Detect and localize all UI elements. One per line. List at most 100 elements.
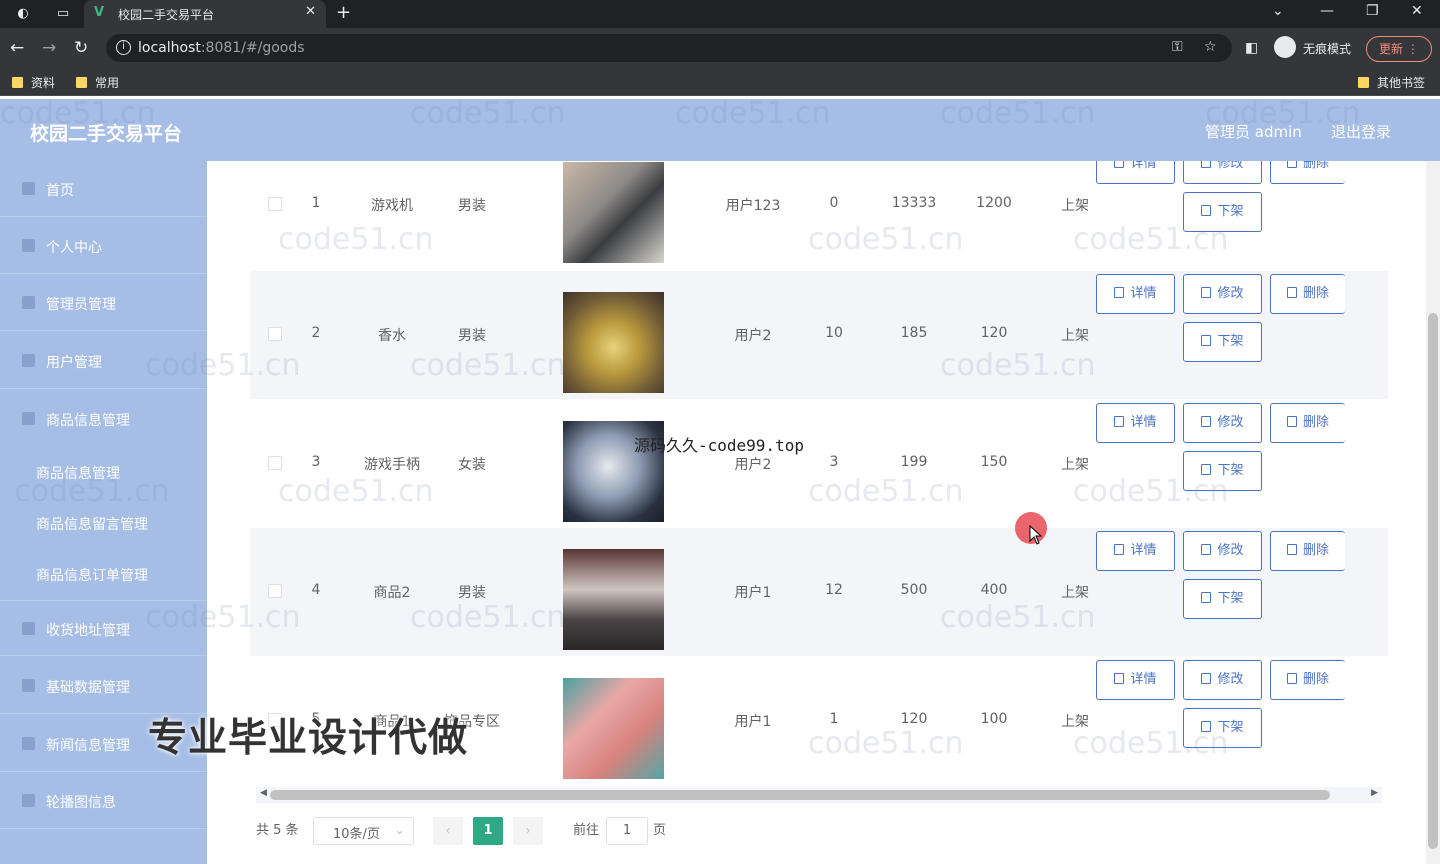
sidebar-item-home[interactable]: 首页 — [0, 161, 207, 217]
scroll-right-icon[interactable]: ▶ — [1371, 788, 1378, 798]
sidebar-item-basedata[interactable]: 基础数据管理 — [0, 658, 207, 714]
sidebar-subitem-goods-orders[interactable]: 商品信息订单管理 — [36, 565, 148, 585]
page-size-select[interactable]: 10条/页 ⌄ — [313, 817, 414, 845]
goods-photo — [563, 162, 664, 263]
row-checkbox[interactable] — [268, 584, 282, 598]
cell-price1: 199 — [900, 454, 928, 470]
watermark: code51.cn — [0, 96, 156, 131]
other-bookmarks[interactable]: 其他书签 — [1358, 74, 1425, 91]
sidebar-item-admin[interactable]: 管理员管理 — [0, 275, 207, 331]
cell-type: 男装 — [458, 328, 486, 344]
delete-button-label: 删除 — [1302, 672, 1329, 687]
browser-tab[interactable]: V 校园二手交易平台 ✕ — [84, 0, 326, 28]
next-page-button[interactable]: › — [513, 817, 543, 845]
detail-button[interactable]: 详情 — [1096, 161, 1175, 184]
bookmark-star-icon[interactable]: ☆ — [1204, 39, 1217, 55]
watermark: code51.cn — [940, 348, 1096, 383]
edit-button[interactable]: 修改 — [1183, 161, 1262, 184]
watermark: code51.cn — [278, 222, 434, 257]
edit-button-label: 修改 — [1217, 672, 1244, 687]
menu-icon — [22, 622, 35, 635]
goto-prefix: 前往 — [573, 823, 600, 838]
cell-status: 上架 — [1061, 585, 1089, 601]
cell-index: 4 — [311, 582, 321, 598]
row-checkbox[interactable] — [268, 456, 282, 470]
cell-num: 1 — [829, 711, 839, 727]
detail-button[interactable]: 详情 — [1096, 660, 1175, 700]
cell-name: 商品2 — [373, 585, 411, 601]
tab-list-icon[interactable]: ⌄ — [1272, 3, 1284, 19]
horizontal-scrollbar[interactable]: ◀ ▶ — [256, 787, 1382, 803]
watermark: code51.cn — [410, 348, 566, 383]
horizontal-scroll-thumb[interactable] — [270, 790, 1330, 800]
cell-status: 上架 — [1061, 457, 1089, 473]
trash-icon — [1286, 161, 1297, 168]
detail-button[interactable]: 详情 — [1096, 403, 1175, 443]
prev-page-button[interactable]: ‹ — [433, 817, 463, 845]
bookmark-folder[interactable]: 常用 — [76, 74, 119, 91]
trash-icon — [1286, 416, 1297, 427]
reload-icon[interactable]: ↻ — [74, 38, 88, 58]
delete-button[interactable]: 删除 — [1270, 531, 1345, 571]
edit-button-label: 修改 — [1217, 161, 1244, 171]
detail-button-label: 详情 — [1130, 543, 1157, 558]
watermark: code51.cn — [808, 222, 964, 257]
bookmark-folder[interactable]: 资料 — [12, 74, 55, 91]
goto-page-input[interactable]: 1 — [606, 817, 648, 845]
incognito-icon — [1274, 36, 1296, 58]
sidepanel-icon[interactable]: ◧ — [1245, 40, 1258, 56]
document-icon — [1201, 335, 1212, 346]
row-checkbox[interactable] — [268, 197, 282, 211]
bookmarks-bar: 资料 常用 其他书签 — [0, 68, 1440, 96]
window-close-icon[interactable]: ✕ — [1411, 3, 1423, 19]
minimize-icon[interactable]: — — [1320, 3, 1334, 19]
edit-button[interactable]: 修改 — [1183, 403, 1262, 443]
sidebar-item-carousel[interactable]: 轮播图信息 — [0, 773, 207, 829]
restore-icon[interactable]: ❐ — [1366, 3, 1379, 19]
sidebar-item-profile[interactable]: 个人中心 — [0, 218, 207, 274]
cell-price1: 13333 — [891, 195, 937, 211]
cell-user: 用户1 — [734, 585, 772, 601]
detail-button[interactable]: 详情 — [1096, 531, 1175, 571]
cell-price1: 500 — [900, 582, 928, 598]
delete-button[interactable]: 删除 — [1270, 161, 1345, 184]
edit-button[interactable]: 修改 — [1183, 660, 1262, 700]
page-number-current[interactable]: 1 — [473, 817, 503, 845]
forward-icon[interactable]: → — [42, 38, 56, 58]
watermark: code51.cn — [145, 600, 301, 635]
address-bar[interactable]: i localhost:8081/#/goods ⚿ ☆ — [106, 34, 1232, 62]
watermark: code51.cn — [1073, 222, 1229, 257]
update-button[interactable]: 更新 ⋮ — [1366, 36, 1432, 62]
delete-button[interactable]: 删除 — [1270, 403, 1345, 443]
edit-button[interactable]: 修改 — [1183, 274, 1262, 314]
cell-num: 12 — [825, 582, 843, 598]
row-checkbox[interactable] — [268, 327, 282, 341]
new-tab-icon[interactable]: + — [336, 2, 351, 23]
detail-button[interactable]: 详情 — [1096, 274, 1175, 314]
key-icon[interactable]: ⚿ — [1172, 39, 1183, 55]
tab-close-icon[interactable]: ✕ — [305, 4, 316, 19]
scroll-left-icon[interactable]: ◀ — [260, 788, 267, 798]
browser-menu-icon[interactable]: ◐ — [14, 5, 32, 23]
sidebar-item-goods[interactable]: 商品信息管理 — [0, 391, 207, 447]
vertical-scrollbar[interactable] — [1426, 161, 1440, 864]
offshelf-button[interactable]: 下架 — [1183, 322, 1262, 362]
watermark: code51.cn — [410, 600, 566, 635]
sidebar-subitem-goods-messages[interactable]: 商品信息留言管理 — [36, 514, 148, 534]
vertical-scroll-thumb[interactable] — [1428, 313, 1438, 849]
delete-button[interactable]: 删除 — [1270, 660, 1345, 700]
detail-button-label: 详情 — [1130, 286, 1157, 301]
site-info-icon[interactable]: i — [116, 40, 131, 55]
watermark: code51.cn — [145, 348, 301, 383]
edit-button[interactable]: 修改 — [1183, 531, 1262, 571]
watermark: code51.cn — [410, 96, 566, 131]
edit-button-label: 修改 — [1217, 286, 1244, 301]
back-icon[interactable]: ← — [10, 38, 24, 58]
tab-search-icon[interactable]: ▭ — [54, 5, 72, 23]
cell-price2: 400 — [980, 582, 1008, 598]
delete-button[interactable]: 删除 — [1270, 274, 1345, 314]
pencil-icon — [1201, 161, 1212, 168]
detail-button-label: 详情 — [1130, 415, 1157, 430]
offshelf-button[interactable]: 下架 — [1183, 579, 1262, 619]
watermark: code51.cn — [808, 474, 964, 509]
